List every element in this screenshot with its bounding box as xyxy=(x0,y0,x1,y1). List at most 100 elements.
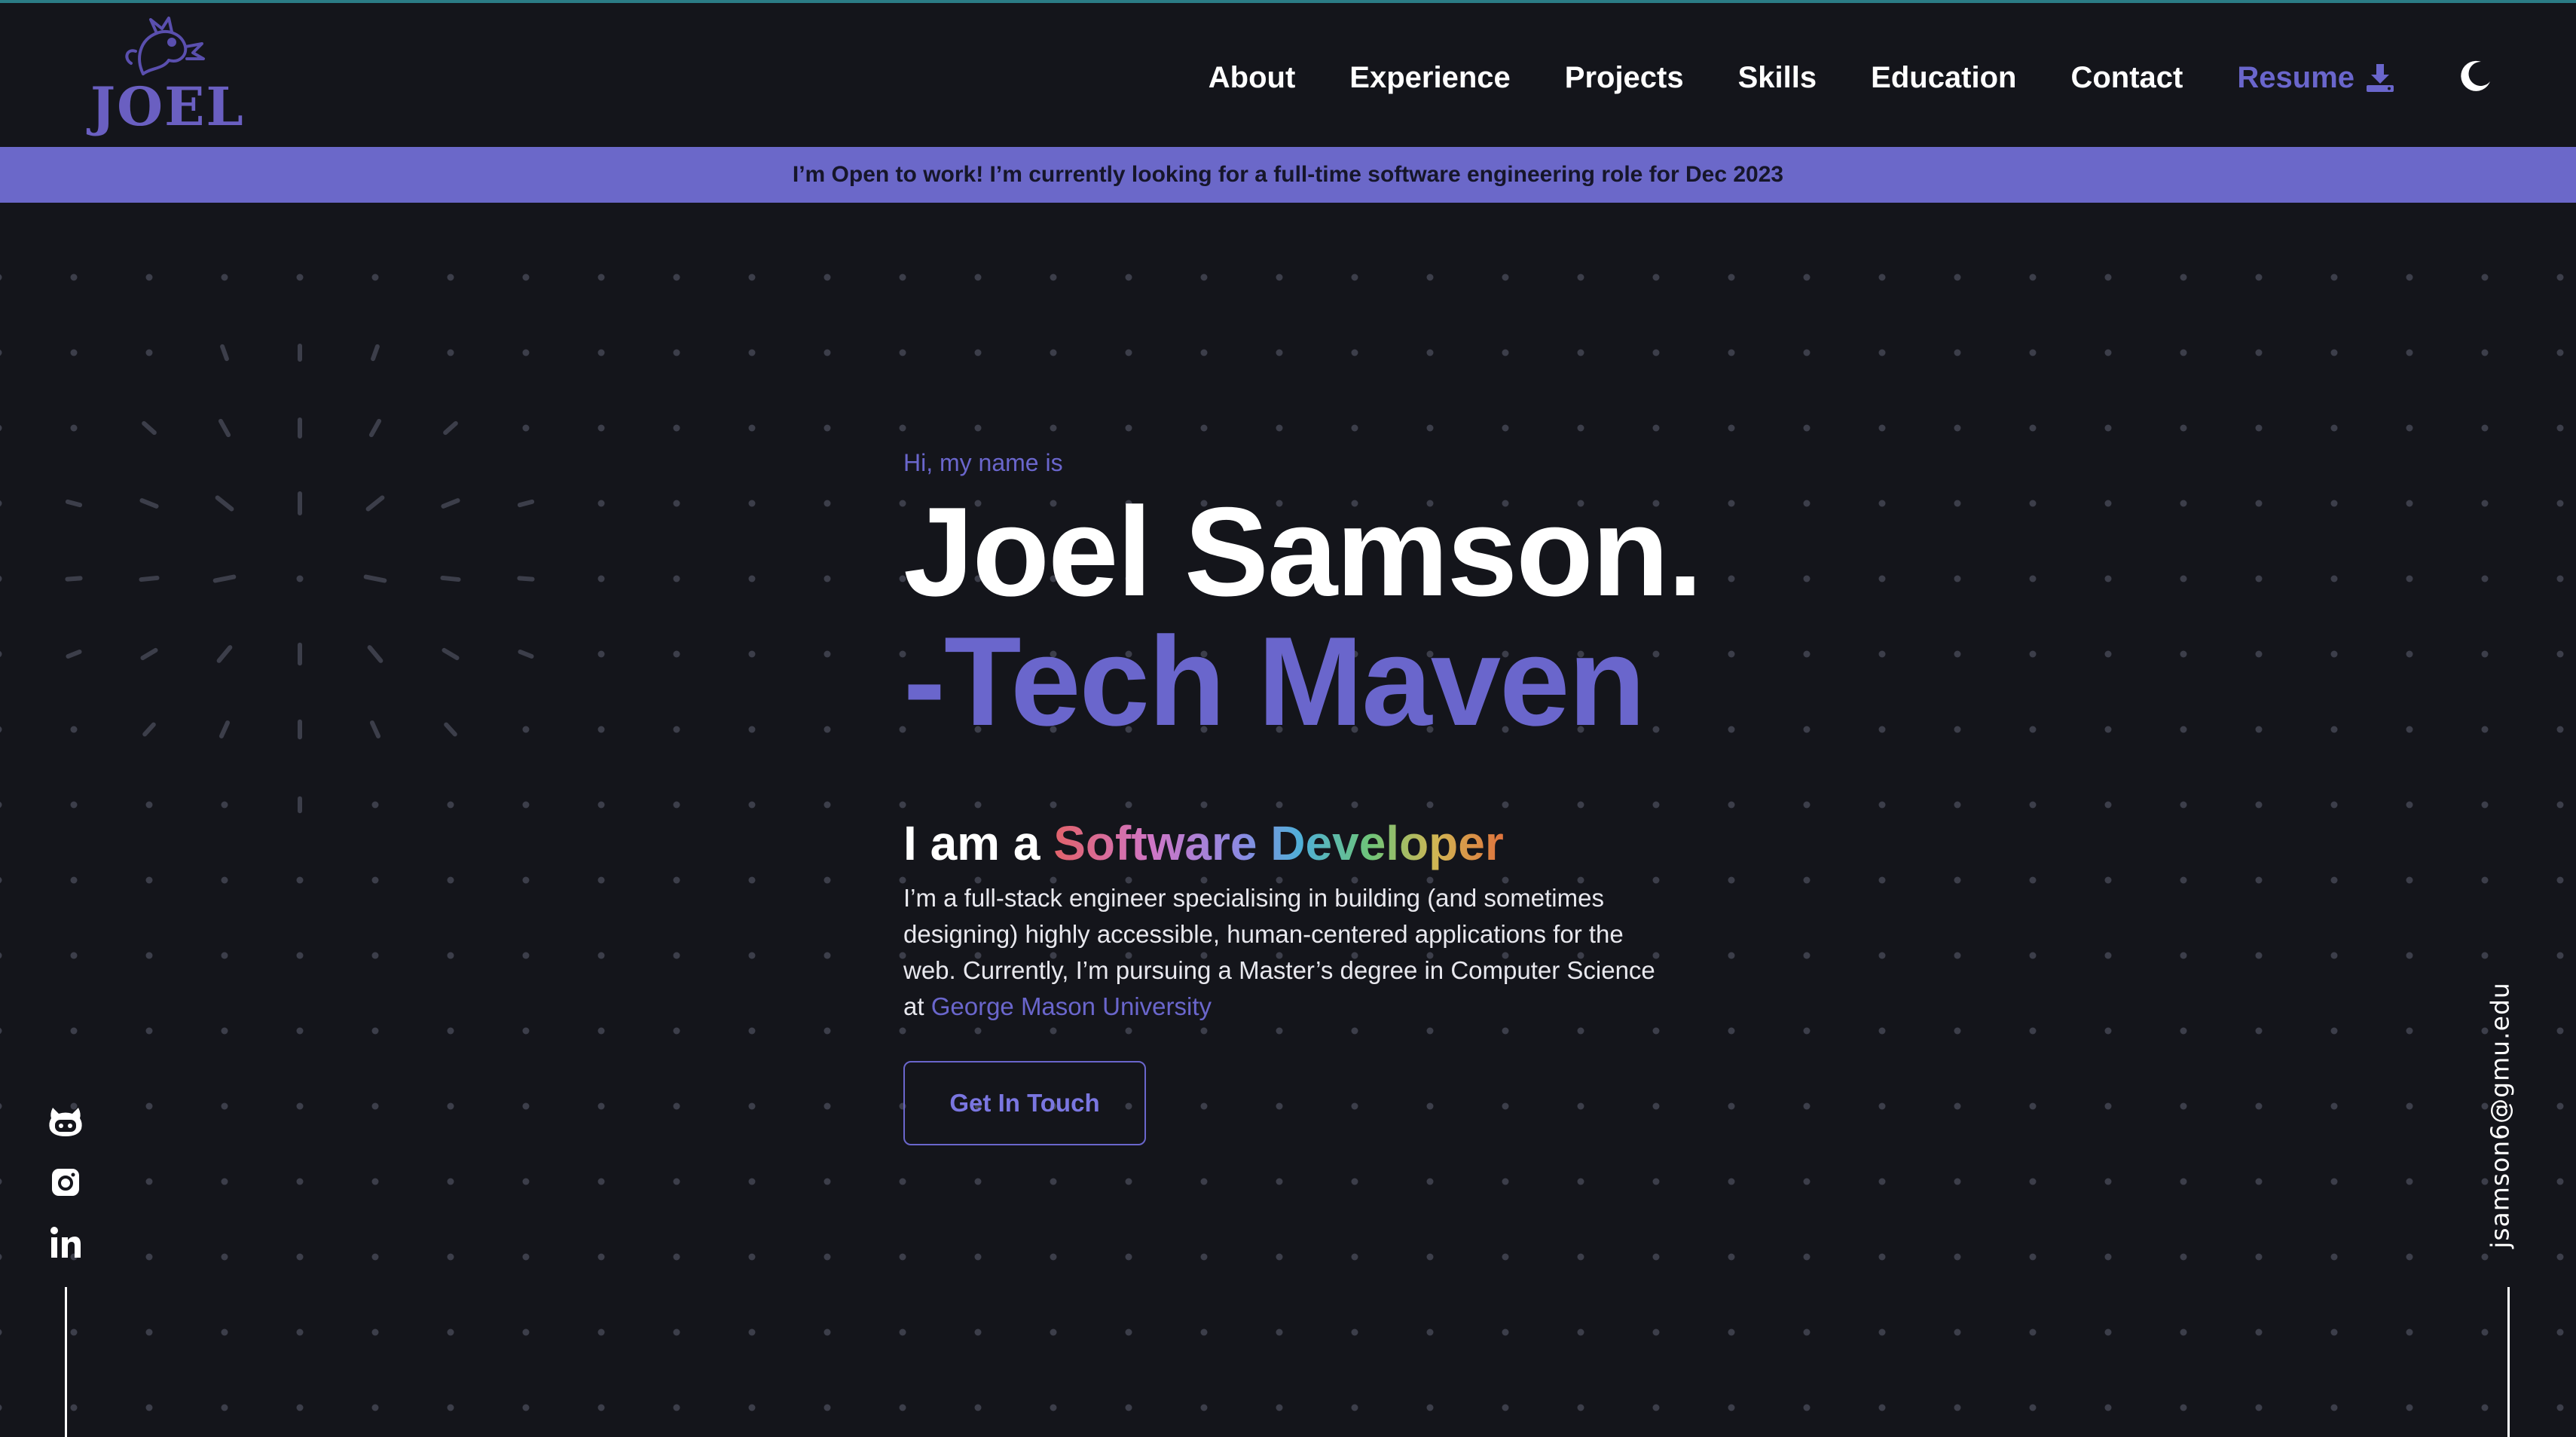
grid-dot xyxy=(2180,1404,2187,1411)
burst-dash xyxy=(369,720,381,738)
grid-dot xyxy=(974,274,982,281)
grid-dot xyxy=(2330,274,2338,281)
grid-dot xyxy=(1878,801,1886,809)
grid-dot xyxy=(1878,726,1886,733)
grid-dot xyxy=(296,575,304,582)
instagram-link[interactable] xyxy=(45,1162,86,1203)
get-in-touch-button[interactable]: Get In Touch xyxy=(903,1061,1146,1145)
nav-education[interactable]: Education xyxy=(1871,61,2016,95)
grid-dot xyxy=(0,952,2,959)
grid-dot xyxy=(1954,575,1961,582)
grid-dot xyxy=(0,1328,2,1336)
grid-dot xyxy=(1200,1404,1208,1411)
grid-dot xyxy=(371,1328,379,1336)
grid-dot xyxy=(2406,1404,2413,1411)
burst-dash xyxy=(441,498,460,509)
grid-dot xyxy=(748,1253,756,1261)
grid-dot xyxy=(221,1027,228,1035)
grid-dot xyxy=(1878,274,1886,281)
right-vertical-line xyxy=(2507,1287,2510,1437)
nav-resume[interactable]: Resume xyxy=(2237,61,2395,95)
burst-dash xyxy=(139,575,160,582)
nav-about[interactable]: About xyxy=(1209,61,1296,95)
linkedin-link[interactable] xyxy=(45,1222,86,1263)
site-header: JOEL About Experience Projects Skills Ed… xyxy=(0,3,2576,147)
grid-dot xyxy=(371,876,379,884)
grid-dot xyxy=(974,424,982,432)
grid-dot xyxy=(371,1027,379,1035)
download-icon xyxy=(2367,64,2394,92)
grid-dot xyxy=(1878,650,1886,658)
burst-dash xyxy=(442,647,460,661)
nav-experience[interactable]: Experience xyxy=(1349,61,1510,95)
nav-contact[interactable]: Contact xyxy=(2070,61,2183,95)
grid-dot xyxy=(0,876,2,884)
theme-toggle-button[interactable] xyxy=(2458,59,2493,93)
grid-dot xyxy=(1878,1178,1886,1185)
grid-dot xyxy=(2104,424,2112,432)
grid-dot xyxy=(221,1253,228,1261)
grid-dot xyxy=(2180,349,2187,356)
grid-dot xyxy=(824,726,831,733)
grid-dot xyxy=(1803,726,1811,733)
nav-skills[interactable]: Skills xyxy=(1738,61,1817,95)
grid-dot xyxy=(2104,349,2112,356)
grid-dot xyxy=(0,1253,2,1261)
grid-dot xyxy=(2406,500,2413,507)
grid-dot xyxy=(1050,274,1057,281)
grid-dot xyxy=(2255,500,2263,507)
grid-dot xyxy=(2255,952,2263,959)
grid-dot xyxy=(522,1253,530,1261)
grid-dot xyxy=(0,650,2,658)
side-email: jsamson6@gmu.edu xyxy=(2462,982,2538,1249)
grid-dot xyxy=(1803,500,1811,507)
grid-dot xyxy=(1954,1178,1961,1185)
nav-projects[interactable]: Projects xyxy=(1565,61,1684,95)
burst-dash xyxy=(65,499,83,508)
grid-dot xyxy=(522,349,530,356)
grid-dot xyxy=(748,575,756,582)
grid-dot xyxy=(1577,424,1584,432)
grid-dot xyxy=(899,1404,906,1411)
grid-dot xyxy=(1954,1102,1961,1110)
open-to-work-banner: I’m Open to work! I’m currently looking … xyxy=(0,147,2576,203)
resume-label: Resume xyxy=(2237,60,2354,94)
grid-dot xyxy=(1954,349,1961,356)
grid-dot xyxy=(0,1102,2,1110)
grid-dot xyxy=(1577,1178,1584,1185)
grid-dot xyxy=(1803,876,1811,884)
grid-dot xyxy=(447,876,454,884)
grid-dot xyxy=(2104,876,2112,884)
github-link[interactable] xyxy=(45,1102,86,1142)
grid-dot xyxy=(1050,1178,1057,1185)
grid-dot xyxy=(1803,1253,1811,1261)
grid-dot xyxy=(2406,1027,2413,1035)
grid-dot xyxy=(70,876,78,884)
email-link[interactable]: jsamson6@gmu.edu xyxy=(2486,982,2515,1249)
logo[interactable]: JOEL xyxy=(90,14,243,142)
grid-dot xyxy=(1502,424,1509,432)
university-link[interactable]: George Mason University xyxy=(931,992,1212,1020)
grid-dot xyxy=(1878,1102,1886,1110)
hero-section: Hi, my name is Joel Samson. -Tech Maven … xyxy=(903,449,1747,1145)
grid-dot xyxy=(824,424,831,432)
grid-dot xyxy=(2180,876,2187,884)
grid-dot xyxy=(2255,1027,2263,1035)
grid-dot xyxy=(70,349,78,356)
burst-dash xyxy=(139,498,159,509)
grid-dot xyxy=(2556,575,2564,582)
grid-dot xyxy=(748,876,756,884)
grid-dot xyxy=(1954,1027,1961,1035)
grid-dot xyxy=(371,274,379,281)
social-links xyxy=(45,1102,86,1283)
grid-dot xyxy=(1954,1328,1961,1336)
grid-dot xyxy=(221,1328,228,1336)
grid-dot xyxy=(748,726,756,733)
grid-dot xyxy=(1577,1328,1584,1336)
grid-dot xyxy=(2180,575,2187,582)
grid-dot xyxy=(748,650,756,658)
grid-dot xyxy=(673,1027,680,1035)
grid-dot xyxy=(2029,952,2037,959)
grid-dot xyxy=(2556,1102,2564,1110)
grid-dot xyxy=(2406,1102,2413,1110)
